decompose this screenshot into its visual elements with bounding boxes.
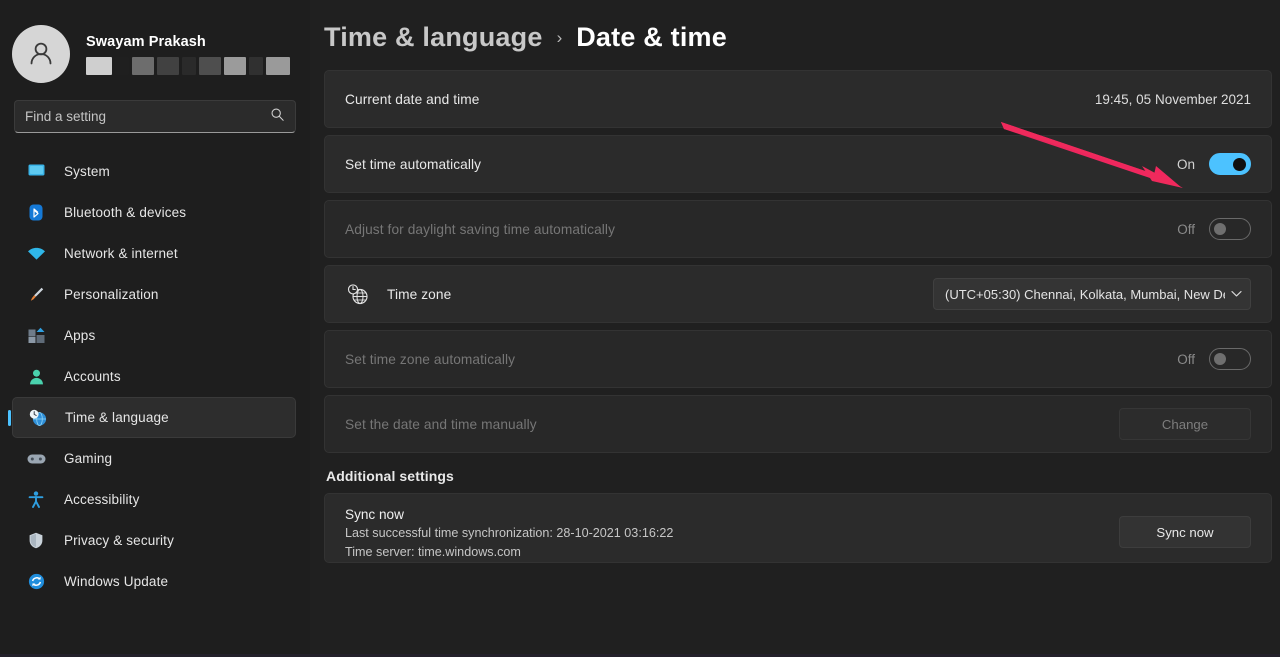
breadcrumb-parent[interactable]: Time & language — [324, 22, 543, 53]
bluetooth-icon — [26, 203, 46, 223]
sidebar-item-label: Accounts — [64, 369, 121, 384]
main-content: Time & language › Date & time Current da… — [310, 0, 1280, 657]
row-label: Set time zone automatically — [345, 351, 516, 367]
sidebar-item-bluetooth-devices[interactable]: Bluetooth & devices — [12, 192, 296, 233]
sidebar-item-time-language[interactable]: Time & language — [12, 397, 296, 438]
set-time-zone-automatically-toggle — [1209, 348, 1251, 370]
set-time-automatically-toggle[interactable] — [1209, 153, 1251, 175]
sync-last-sync: Last successful time synchronization: 28… — [345, 526, 674, 540]
sidebar-item-label: Privacy & security — [64, 533, 174, 548]
sync-text-block: Sync now Last successful time synchroniz… — [345, 505, 673, 562]
adjust-daylight-saving-state: Off — [1177, 221, 1195, 237]
row-label: Time zone — [387, 286, 452, 302]
sidebar-item-label: Bluetooth & devices — [64, 205, 187, 220]
sidebar-item-label: Time & language — [65, 410, 169, 425]
row-set-time-zone-automatically: Set time zone automatically Off — [324, 330, 1272, 388]
row-sync-now: Sync now Last successful time synchroniz… — [324, 493, 1272, 563]
paintbrush-icon — [26, 285, 46, 305]
account-email-redacted — [86, 57, 290, 75]
sidebar-item-personalization[interactable]: Personalization — [12, 274, 296, 315]
row-set-time-automatically: Set time automatically On — [324, 135, 1272, 193]
toggle-knob — [1214, 353, 1226, 365]
search-box[interactable] — [14, 100, 296, 133]
change-button: Change — [1119, 408, 1251, 440]
sidebar-item-gaming[interactable]: Gaming — [12, 438, 296, 479]
breadcrumb: Time & language › Date & time — [324, 0, 1280, 70]
settings-window: Swayam Prakash Find a setting System Blu… — [0, 0, 1280, 657]
search-container — [0, 86, 310, 133]
clock-globe-icon — [27, 408, 47, 428]
sync-title: Sync now — [345, 507, 404, 522]
sidebar-item-label: System — [64, 164, 110, 179]
sidebar-item-label: Personalization — [64, 287, 159, 302]
shield-icon — [26, 531, 46, 551]
sidebar-item-label: Network & internet — [64, 246, 178, 261]
display-icon — [26, 162, 46, 182]
accessibility-icon — [26, 490, 46, 510]
row-adjust-daylight-saving: Adjust for daylight saving time automati… — [324, 200, 1272, 258]
current-date-time-value: 19:45, 05 November 2021 — [1094, 91, 1251, 107]
row-label: Set the date and time manually — [345, 416, 537, 432]
sidebar-item-network-internet[interactable]: Network & internet — [12, 233, 296, 274]
account-header[interactable]: Swayam Prakash — [0, 0, 310, 86]
row-label: Current date and time — [345, 91, 480, 107]
time-zone-dropdown[interactable]: (UTC+05:30) Chennai, Kolkata, Mumbai, Ne… — [933, 278, 1251, 310]
apps-icon — [26, 326, 46, 346]
sidebar: Swayam Prakash Find a setting System Blu… — [0, 0, 310, 657]
sidebar-item-system[interactable]: System — [12, 151, 296, 192]
sidebar-item-label: Gaming — [64, 451, 113, 466]
row-current-date-time: Current date and time 19:45, 05 November… — [324, 70, 1272, 128]
account-name: Swayam Prakash — [86, 34, 206, 50]
chevron-right-icon: › — [556, 28, 563, 47]
row-set-date-time-manually: Set the date and time manually Change — [324, 395, 1272, 453]
update-icon — [26, 572, 46, 592]
sidebar-item-label: Accessibility — [64, 492, 140, 507]
sidebar-item-accessibility[interactable]: Accessibility — [12, 479, 296, 520]
set-time-automatically-state: On — [1176, 156, 1195, 172]
sidebar-item-accounts[interactable]: Accounts — [12, 356, 296, 397]
clock-globe-icon — [345, 283, 371, 305]
sync-time-server: Time server: time.windows.com — [345, 545, 521, 559]
sync-button-wrap: Sync now — [1119, 505, 1251, 548]
sidebar-item-windows-update[interactable]: Windows Update — [12, 561, 296, 602]
sidebar-nav: System Bluetooth & devices Network & int… — [0, 151, 310, 602]
gamepad-icon — [26, 449, 46, 469]
page-title: Date & time — [576, 22, 727, 52]
toggle-knob — [1233, 157, 1246, 171]
settings-list: Current date and time 19:45, 05 November… — [324, 70, 1280, 563]
adjust-daylight-saving-toggle — [1209, 218, 1251, 240]
sidebar-item-label: Apps — [64, 328, 96, 343]
additional-settings-title: Additional settings — [326, 468, 454, 484]
wifi-icon — [26, 244, 46, 264]
avatar — [12, 25, 70, 83]
sidebar-item-apps[interactable]: Apps — [12, 315, 296, 356]
toggle-knob — [1214, 223, 1226, 235]
sidebar-item-label: Windows Update — [64, 574, 169, 589]
row-label: Adjust for daylight saving time automati… — [345, 221, 616, 237]
sidebar-item-privacy-security[interactable]: Privacy & security — [12, 520, 296, 561]
chevron-down-icon — [1231, 285, 1242, 303]
time-zone-value: (UTC+05:30) Chennai, Kolkata, Mumbai, Ne… — [945, 286, 1225, 302]
row-time-zone: Time zone (UTC+05:30) Chennai, Kolkata, … — [324, 265, 1272, 323]
search-icon — [270, 107, 285, 127]
set-time-zone-automatically-state: Off — [1177, 351, 1195, 367]
sync-now-button[interactable]: Sync now — [1119, 516, 1251, 548]
search-input[interactable] — [25, 109, 270, 124]
person-icon — [26, 367, 46, 387]
row-label: Set time automatically — [345, 156, 482, 172]
